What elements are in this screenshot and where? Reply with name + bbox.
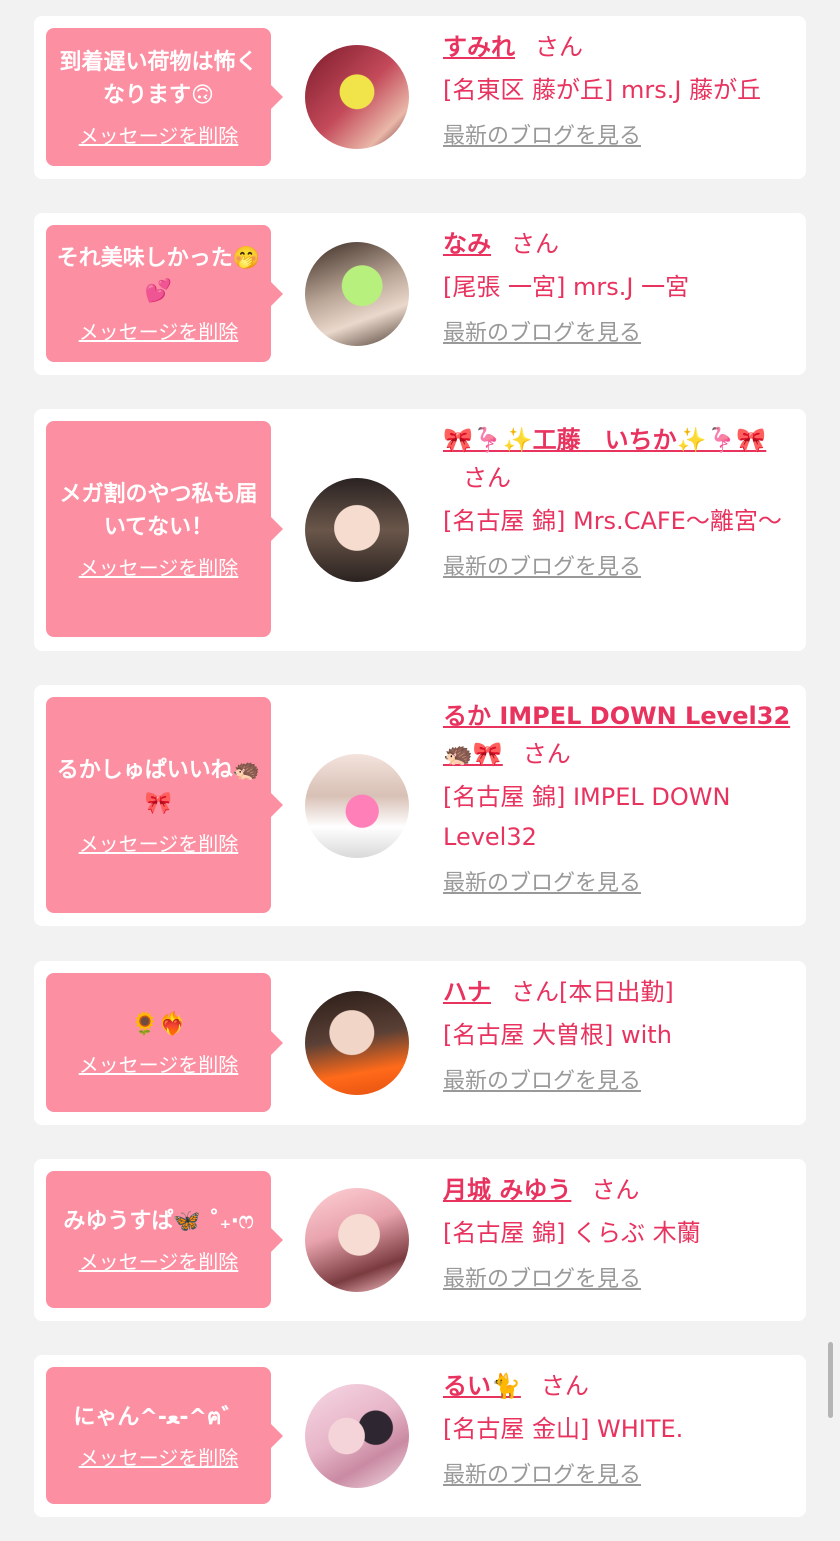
name-line: 🎀🦩✨工藤 いちか✨🦩🎀 さん [443, 421, 795, 497]
delete-message-link[interactable]: メッセージを削除 [79, 120, 239, 149]
shop-location: [名古屋 錦] IMPEL DOWN Level32 [443, 783, 731, 851]
message-bubble: 到着遅い荷物は怖くなります🙃 メッセージを削除 [46, 28, 283, 166]
honorific: さん [591, 1176, 640, 1204]
message-text: るかしゅぱいいね🦔🎀 [56, 757, 261, 816]
avatar[interactable] [305, 478, 409, 582]
message-text: 到着遅い荷物は怖くなります🙃 [59, 49, 258, 108]
avatar[interactable] [305, 1384, 409, 1488]
shop-location: [名古屋 大曽根] with [443, 1021, 672, 1049]
profile-name-link[interactable]: 🎀🦩✨工藤 いちか✨🦩🎀 [443, 426, 766, 454]
profile-name-link[interactable]: ハナ [443, 978, 491, 1006]
message-text: 🌻❤️‍🔥 [131, 1011, 186, 1037]
message-text: メガ割のやつ私も届いてない！ [59, 481, 258, 540]
profile-info: 🎀🦩✨工藤 いちか✨🦩🎀 さん [名古屋 錦] Mrs.CAFE〜離宮〜 最新のブ… [443, 421, 795, 583]
delete-message-link[interactable]: メッセージを削除 [79, 1049, 239, 1078]
message-text: みゆうすぱ🦋 ˚₊‧ෆ [63, 1208, 254, 1234]
message-card: 到着遅い荷物は怖くなります🙃 メッセージを削除 すみれ さん [名東区 藤が丘] … [34, 16, 806, 179]
name-line: なみ さん [443, 225, 795, 263]
profile-info: すみれ さん [名東区 藤が丘] mrs.J 藤が丘 最新のブログを見る [443, 28, 795, 152]
name-line: るい🐈 さん [443, 1367, 795, 1405]
message-bubble: 🌻❤️‍🔥 メッセージを削除 [46, 973, 283, 1112]
message-text: にゃん^-ﻌ-^ฅ゛ [73, 1404, 244, 1430]
message-card: るかしゅぱいいね🦔🎀 メッセージを削除 るか IMPEL DOWN Level3… [34, 685, 806, 926]
shop-location: [名東区 藤が丘] mrs.J 藤が丘 [443, 76, 762, 104]
delete-message-link[interactable]: メッセージを削除 [79, 316, 239, 345]
profile-name-link[interactable]: るか IMPEL DOWN Level32 🦔🎀 [443, 702, 790, 768]
message-card: みゆうすぱ🦋 ˚₊‧ෆ メッセージを削除 月城 みゆう さん [名古屋 錦] くら… [34, 1159, 806, 1321]
message-card: にゃん^-ﻌ-^ฅ゛ メッセージを削除 るい🐈 さん [名古屋 金山] WHITE… [34, 1355, 806, 1517]
avatar[interactable] [305, 242, 409, 346]
honorific: さん [540, 1372, 589, 1400]
name-line: るか IMPEL DOWN Level32 🦔🎀 さん [443, 697, 795, 773]
shop-location: [名古屋 錦] Mrs.CAFE〜離宮〜 [443, 507, 782, 535]
status-label: [本日出勤] [559, 978, 674, 1006]
profile-name-link[interactable]: なみ [443, 230, 491, 258]
message-card: 🌻❤️‍🔥 メッセージを削除 ハナ さん[本日出勤] [名古屋 大曽根] with… [34, 961, 806, 1125]
latest-blog-link[interactable]: 最新のブログを見る [443, 319, 641, 349]
profile-name-link[interactable]: 月城 みゆう [443, 1176, 571, 1204]
message-card: それ美味しかった🤭💕 メッセージを削除 なみ さん [尾張 一宮] mrs.J 一… [34, 213, 806, 375]
shop-location: [尾張 一宮] mrs.J 一宮 [443, 273, 690, 301]
delete-message-link[interactable]: メッセージを削除 [79, 552, 239, 581]
avatar[interactable] [305, 754, 409, 858]
latest-blog-link[interactable]: 最新のブログを見る [443, 1067, 641, 1097]
honorific: さん [511, 230, 559, 258]
message-bubble: みゆうすぱ🦋 ˚₊‧ෆ メッセージを削除 [46, 1171, 283, 1308]
name-line: 月城 みゆう さん [443, 1171, 795, 1209]
profile-info: るか IMPEL DOWN Level32 🦔🎀 さん [名古屋 錦] IMPEL… [443, 697, 795, 899]
message-card: メガ割のやつ私も届いてない！ メッセージを削除 🎀🦩✨工藤 いちか✨🦩🎀 さん [… [34, 409, 806, 651]
latest-blog-link[interactable]: 最新のブログを見る [443, 1461, 641, 1491]
message-bubble: るかしゅぱいいね🦔🎀 メッセージを削除 [46, 697, 283, 913]
profile-info: ハナ さん[本日出勤] [名古屋 大曽根] with 最新のブログを見る [443, 973, 795, 1097]
message-bubble: それ美味しかった🤭💕 メッセージを削除 [46, 225, 283, 362]
honorific: さん [463, 464, 511, 492]
delete-message-link[interactable]: メッセージを削除 [79, 1442, 239, 1471]
latest-blog-link[interactable]: 最新のブログを見る [443, 553, 641, 583]
name-line: ハナ さん[本日出勤] [443, 973, 795, 1011]
latest-blog-link[interactable]: 最新のブログを見る [443, 1265, 641, 1295]
honorific: さん [522, 740, 571, 768]
profile-name-link[interactable]: るい🐈 [443, 1372, 521, 1400]
profile-name-link[interactable]: すみれ [443, 33, 515, 61]
message-bubble: にゃん^-ﻌ-^ฅ゛ メッセージを削除 [46, 1367, 283, 1504]
scrollbar[interactable] [828, 1342, 833, 1418]
honorific: さん [535, 33, 583, 61]
delete-message-link[interactable]: メッセージを削除 [79, 828, 239, 857]
avatar[interactable] [305, 991, 409, 1095]
honorific: さん [511, 978, 559, 1006]
shop-location: [名古屋 錦] くらぶ 木蘭 [443, 1219, 701, 1247]
avatar[interactable] [305, 1188, 409, 1292]
latest-blog-link[interactable]: 最新のブログを見る [443, 122, 641, 152]
message-text: それ美味しかった🤭💕 [56, 246, 261, 304]
latest-blog-link[interactable]: 最新のブログを見る [443, 869, 641, 899]
name-line: すみれ さん [443, 28, 795, 66]
delete-message-link[interactable]: メッセージを削除 [79, 1246, 239, 1275]
profile-info: なみ さん [尾張 一宮] mrs.J 一宮 最新のブログを見る [443, 225, 795, 349]
profile-info: 月城 みゆう さん [名古屋 錦] くらぶ 木蘭 最新のブログを見る [443, 1171, 795, 1295]
shop-location: [名古屋 金山] WHITE. [443, 1415, 684, 1443]
profile-info: るい🐈 さん [名古屋 金山] WHITE. 最新のブログを見る [443, 1367, 795, 1491]
avatar[interactable] [305, 45, 409, 149]
message-bubble: メガ割のやつ私も届いてない！ メッセージを削除 [46, 421, 283, 637]
